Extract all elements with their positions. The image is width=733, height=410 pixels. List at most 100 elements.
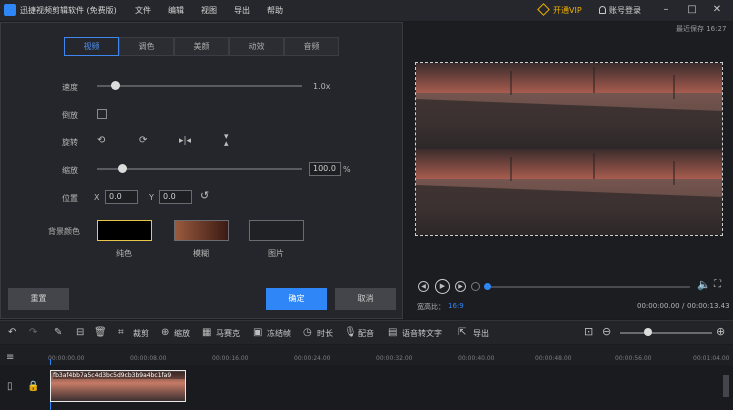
export-icon[interactable]: ⇱	[458, 328, 466, 338]
playback-progress-track[interactable]	[488, 286, 690, 288]
duration-button[interactable]: 时长	[317, 328, 333, 339]
clip-name: fb3af4bb7a5c4d3bc5d9cb3b9a4bc1fa9	[53, 372, 185, 379]
timeline-zoom-handle[interactable]	[644, 328, 652, 336]
current-time: 00:00:00.00	[637, 302, 680, 310]
bg-solid-swatch[interactable]	[97, 220, 152, 241]
position-y-input[interactable]: 0.0	[159, 190, 192, 204]
tab-color[interactable]: 调色	[119, 37, 174, 56]
position-label: 位置	[62, 194, 78, 203]
rotate-left-icon[interactable]: ⟲	[97, 136, 105, 146]
maximize-icon[interactable]: □	[684, 2, 700, 18]
position-y-label: Y	[149, 193, 154, 202]
edit-icon[interactable]: ✎	[54, 328, 62, 338]
zoom-button[interactable]: 缩放	[174, 328, 190, 339]
menu-help[interactable]: 帮助	[267, 5, 283, 16]
preview-video-frame	[415, 62, 723, 236]
ruler-tick: 00:00:40.00	[458, 355, 495, 362]
flip-horizontal-icon[interactable]: ▸|◂	[179, 136, 191, 146]
menu-view[interactable]: 视图	[201, 5, 217, 16]
last-saved-time: 最近保存 16:27	[676, 25, 727, 33]
cancel-button[interactable]: 取消	[335, 288, 396, 310]
background-color-label: 背景颜色	[48, 227, 80, 236]
minimize-icon[interactable]: –	[658, 2, 674, 18]
aspect-ratio-label: 宽高比：	[417, 303, 445, 311]
position-x-label: X	[94, 193, 100, 202]
video-clip[interactable]: fb3af4bb7a5c4d3bc5d9cb3b9a4bc1fa9	[50, 370, 186, 402]
login-button[interactable]: 账号登录	[609, 5, 641, 16]
scale-slider[interactable]	[97, 168, 302, 170]
app-title: 迅捷视频剪辑软件 (免费版)	[20, 6, 117, 15]
scale-unit: %	[343, 165, 351, 174]
timeline-zoom-slider[interactable]	[620, 332, 712, 334]
ruler-tick: 00:00:16.00	[212, 355, 249, 362]
undo-icon[interactable]: ↶	[8, 328, 16, 338]
delete-icon[interactable]: 🗑	[94, 328, 107, 338]
mosaic-button[interactable]: 马赛克	[216, 328, 240, 339]
track-menu-icon[interactable]: ≡	[6, 353, 14, 363]
rotate-label: 旋转	[62, 138, 78, 147]
user-icon	[599, 6, 606, 14]
reverse-label: 倒放	[62, 111, 78, 120]
reset-button[interactable]: 重置	[8, 288, 69, 310]
menu-file[interactable]: 文件	[135, 5, 151, 16]
zoom-out-icon[interactable]: ⊖	[602, 326, 611, 337]
menu-edit[interactable]: 编辑	[168, 5, 184, 16]
mosaic-icon[interactable]: ▦	[202, 328, 211, 338]
crop-button[interactable]: 裁剪	[133, 328, 149, 339]
lock-track-icon[interactable]: 🔒	[27, 382, 39, 392]
rotate-right-icon[interactable]: ⟳	[139, 136, 147, 146]
ok-button[interactable]: 确定	[266, 288, 327, 310]
reset-position-icon[interactable]: ↺	[200, 190, 209, 201]
bg-blur-label: 模糊	[193, 249, 209, 258]
next-frame-icon[interactable]: ▶	[455, 281, 466, 292]
microphone-icon[interactable]: 🎙	[344, 328, 357, 338]
tab-video[interactable]: 视频	[64, 37, 119, 56]
reverse-checkbox[interactable]	[97, 109, 107, 119]
menu-export[interactable]: 导出	[234, 5, 250, 16]
zoom-icon[interactable]: ⊕	[161, 328, 169, 338]
export-button[interactable]: 导出	[473, 328, 489, 339]
ruler-tick: 00:00:24.00	[294, 355, 331, 362]
speed-slider[interactable]	[97, 85, 302, 87]
bg-image-label: 图片	[268, 249, 284, 258]
fit-timeline-icon[interactable]: ⊡	[584, 326, 593, 337]
aspect-ratio-value[interactable]: 16:9	[448, 302, 464, 310]
bg-blur-swatch[interactable]	[174, 220, 229, 241]
tab-audio[interactable]: 音频	[284, 37, 339, 56]
scale-slider-handle[interactable]	[117, 164, 127, 173]
clock-icon[interactable]: ◷	[303, 328, 312, 338]
redo-icon[interactable]: ↷	[29, 328, 37, 338]
total-time: 00:00:13.43	[687, 302, 730, 310]
title-bar: 迅捷视频剪辑软件 (免费版) 文件 编辑 视图 导出 帮助 开通VIP 账号登录…	[0, 0, 733, 21]
timeline-ruler[interactable]: ≡ 00:00:00.00 00:00:08.00 00:00:16.00 00…	[0, 345, 733, 410]
dubbing-button[interactable]: 配音	[358, 328, 374, 339]
bg-solid-label: 纯色	[116, 249, 132, 258]
fullscreen-icon[interactable]: ⛶	[714, 280, 721, 290]
flip-vertical-icon[interactable]: ▾ ▴	[224, 133, 229, 149]
freeze-icon[interactable]: ▣	[253, 328, 262, 338]
close-icon[interactable]: ✕	[709, 2, 725, 18]
play-icon[interactable]: ▶	[435, 279, 450, 294]
tab-motion[interactable]: 动效	[229, 37, 284, 56]
ruler-tick: 00:00:00.00	[48, 355, 85, 362]
ruler-tick: 00:01:04.00	[693, 355, 730, 362]
speed-label: 速度	[62, 83, 78, 92]
zoom-in-icon[interactable]: ⊕	[716, 326, 725, 337]
vip-button[interactable]: 开通VIP	[553, 5, 582, 16]
speed-value: 1.0x	[313, 82, 331, 91]
playback-progress-handle[interactable]	[484, 283, 491, 290]
prev-frame-icon[interactable]: ◀	[418, 281, 429, 292]
stop-icon[interactable]	[471, 282, 480, 291]
tab-beauty[interactable]: 美颜	[174, 37, 229, 56]
speech-to-text-button[interactable]: 语音转文字	[402, 328, 442, 339]
volume-icon[interactable]: 🔈	[697, 279, 711, 290]
bg-image-swatch[interactable]	[249, 220, 304, 241]
speed-slider-handle[interactable]	[111, 81, 121, 90]
split-icon[interactable]: ⊟	[76, 328, 84, 338]
position-x-input[interactable]: 0.0	[105, 190, 138, 204]
timeline-scrollbar[interactable]	[723, 375, 729, 397]
freeze-frame-button[interactable]: 冻结帧	[267, 328, 291, 339]
crop-icon[interactable]: ⌗	[118, 328, 124, 338]
scale-input[interactable]: 100.0	[309, 162, 341, 176]
speech-to-text-icon[interactable]: ▤	[388, 328, 397, 338]
